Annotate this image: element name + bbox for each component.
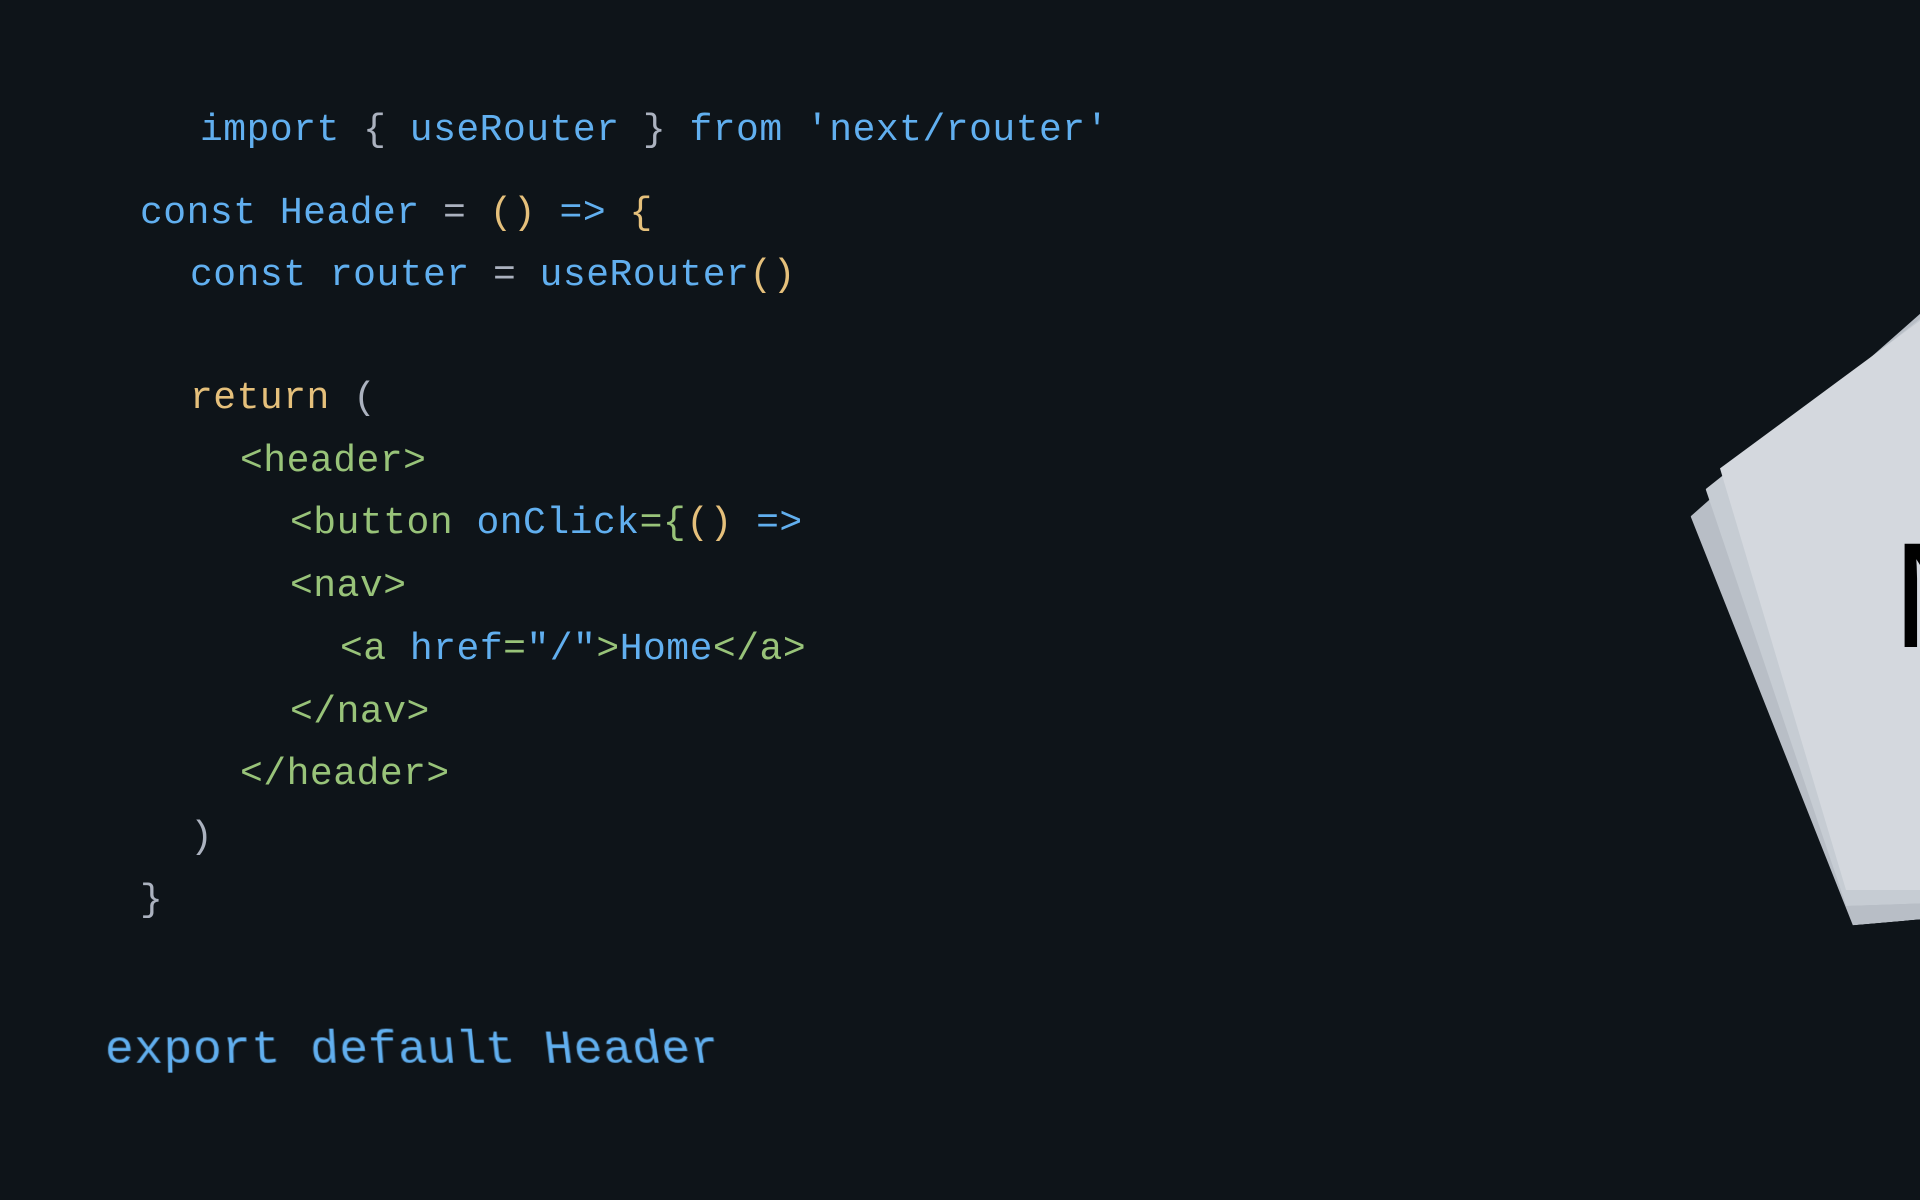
code-line-import: import { useRouter } from 'next/router' xyxy=(140,100,1780,163)
jsx-text: Home xyxy=(620,628,713,671)
keyword-import: import xyxy=(200,109,340,152)
jsx-tag: </header> xyxy=(240,753,450,796)
code-block: import { useRouter } from 'next/router' … xyxy=(0,0,1920,1191)
identifier: useRouter xyxy=(410,109,620,152)
arrow: => xyxy=(756,502,803,545)
code-line-export: export default Header xyxy=(105,1014,1797,1091)
code-line-close-paren: ) xyxy=(140,807,1780,870)
parens: () xyxy=(490,192,537,235)
keyword-from: from xyxy=(689,109,782,152)
jsx-attr: onClick xyxy=(476,502,639,545)
jsx-tag: <header> xyxy=(240,440,426,483)
code-line-const-router: const router = useRouter() xyxy=(140,245,1780,308)
jsx-tag: </nav> xyxy=(290,691,430,734)
jsx-tag: </a> xyxy=(713,628,806,671)
identifier: Header xyxy=(541,1025,724,1078)
keyword-export: export xyxy=(105,1025,282,1078)
brace: { xyxy=(363,109,386,152)
operator: = xyxy=(503,628,526,671)
jsx-attr: href xyxy=(410,628,503,671)
code-line-button: <button onClick={() => xyxy=(140,493,1780,556)
keyword-default: default xyxy=(309,1025,518,1078)
jsx-tag: <button xyxy=(290,502,453,545)
jsx-tag: <nav> xyxy=(290,565,407,608)
paren: ( xyxy=(353,377,376,420)
function-call: useRouter xyxy=(540,254,750,297)
jsx-tag: <a xyxy=(340,628,387,671)
operator: = xyxy=(493,254,516,297)
brace: } xyxy=(643,109,666,152)
code-line-close-brace: } xyxy=(140,870,1780,933)
jsx-close: > xyxy=(596,628,619,671)
parens: () xyxy=(686,502,733,545)
code-line-return: return ( xyxy=(140,368,1780,431)
operator: = xyxy=(443,192,466,235)
string: "/" xyxy=(526,628,596,671)
logo-text: NEXT.JS xyxy=(1892,509,1920,682)
jsx-brace: ={ xyxy=(640,502,687,545)
parens: () xyxy=(749,254,796,297)
code-line-nav-close: </nav> xyxy=(140,682,1780,745)
brace: } xyxy=(140,879,163,922)
paren: ) xyxy=(190,816,213,859)
code-line-header-open: <header> xyxy=(140,431,1780,494)
arrow: => xyxy=(560,192,607,235)
code-line-nav-open: <nav> xyxy=(140,556,1780,619)
identifier: Header xyxy=(280,192,420,235)
logo-letter-n: N xyxy=(1892,509,1920,682)
keyword-return: return xyxy=(190,377,330,420)
code-line-anchor: <a href="/">Home</a> xyxy=(140,619,1780,682)
string-path: 'next/router' xyxy=(806,109,1109,152)
keyword-const: const xyxy=(190,254,307,297)
code-line-header-close: </header> xyxy=(140,744,1780,807)
code-line-const-header: const Header = () => { xyxy=(140,183,1780,246)
brace: { xyxy=(629,192,652,235)
keyword-const: const xyxy=(140,192,257,235)
identifier: router xyxy=(330,254,470,297)
